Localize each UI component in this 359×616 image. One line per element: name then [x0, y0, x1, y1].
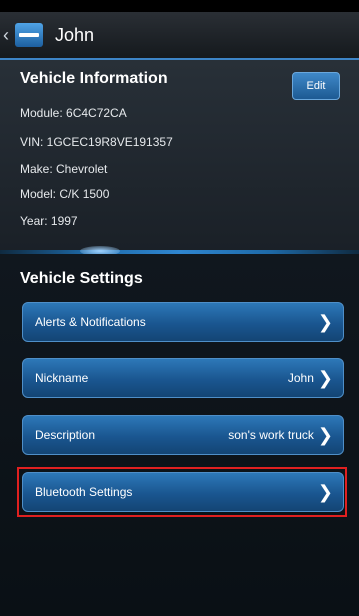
vehicle-settings-title: Vehicle Settings: [20, 270, 143, 287]
vehicle-info-title: Vehicle Information: [20, 70, 168, 87]
alerts-notifications-button[interactable]: Alerts & Notifications ❯: [22, 302, 344, 342]
vin-text: VIN: 1GCEC19R8VE191357: [20, 135, 173, 149]
chevron-right-icon: ❯: [317, 368, 333, 388]
setting-value: son's work truck: [228, 428, 314, 442]
year-text: Year: 1997: [20, 214, 78, 228]
chevron-right-icon: ❯: [317, 425, 333, 445]
setting-label: Description: [35, 428, 96, 442]
model-text: Model: C/K 1500: [20, 187, 110, 201]
make-text: Make: Chevrolet: [20, 162, 108, 176]
module-text: Module: 6C4C72CA: [20, 106, 127, 120]
setting-label: Alerts & Notifications: [35, 315, 146, 329]
title-bar: ‹ John: [0, 12, 359, 60]
page-title: John: [55, 24, 95, 45]
status-bar: [0, 0, 359, 12]
description-button[interactable]: Description son's work truck ❯: [22, 415, 344, 455]
chevron-right-icon: ❯: [317, 312, 333, 332]
back-chevron-icon[interactable]: ‹: [3, 25, 13, 46]
nickname-button[interactable]: Nickname John ❯: [22, 358, 344, 398]
app-logo-icon[interactable]: [15, 23, 43, 47]
setting-value: John: [287, 371, 314, 385]
setting-label: Nickname: [35, 371, 89, 385]
selection-highlight: [17, 467, 347, 517]
edit-button[interactable]: Edit: [292, 72, 340, 100]
